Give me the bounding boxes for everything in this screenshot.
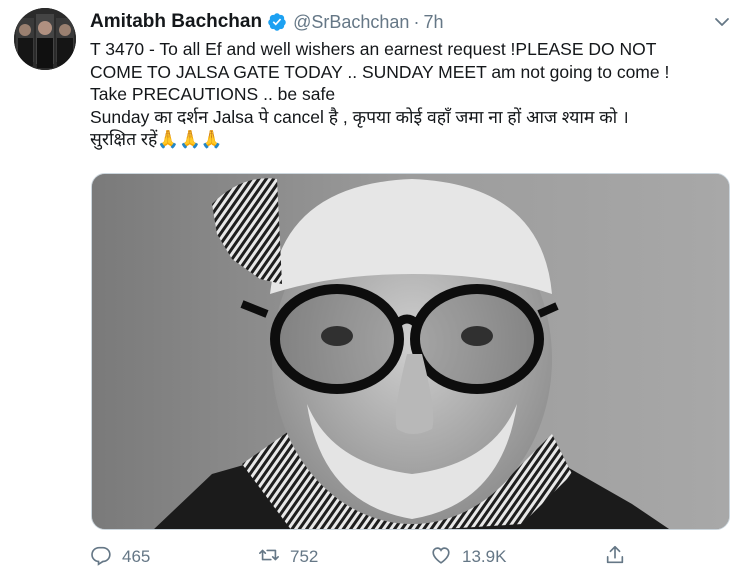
tweet-photo[interactable] — [91, 173, 730, 530]
reply-icon — [90, 544, 112, 571]
chevron-down-icon[interactable] — [712, 12, 732, 32]
like-button[interactable]: 13.9K — [430, 543, 506, 571]
tweet-header: Amitabh Bachchan @SrBachchan · 7h — [90, 10, 443, 34]
retweet-button[interactable]: 752 — [258, 543, 318, 571]
tweet-text-line: T 3470 - To all Ef and well wishers an e… — [90, 39, 657, 59]
retweet-count: 752 — [290, 547, 319, 566]
retweet-icon — [258, 544, 280, 571]
avatar[interactable] — [14, 8, 76, 70]
tweet-text-line: सुरक्षित रहें🙏🙏🙏 — [90, 129, 223, 149]
tweet-timestamp[interactable]: 7h — [423, 12, 443, 33]
separator-dot: · — [413, 11, 420, 32]
user-handle[interactable]: @SrBachchan — [293, 12, 409, 33]
tweet-card: Amitabh Bachchan @SrBachchan · 7h T 3470… — [0, 0, 750, 580]
tweet-actions: 465 752 13.9K — [90, 543, 650, 571]
display-name[interactable]: Amitabh Bachchan — [90, 11, 262, 33]
share-button[interactable] — [604, 543, 626, 571]
share-icon — [604, 544, 626, 571]
reply-button[interactable]: 465 — [90, 543, 150, 571]
reply-count: 465 — [122, 547, 151, 566]
heart-icon — [430, 544, 452, 571]
tweet-text: T 3470 - To all Ef and well wishers an e… — [90, 38, 730, 151]
like-count: 13.9K — [462, 547, 507, 566]
verified-badge-icon — [267, 12, 287, 32]
tweet-text-line: Sunday का दर्शन Jalsa पे cancel है , कृप… — [90, 106, 629, 127]
tweet-text-line: Take PRECAUTIONS .. be safe — [90, 84, 336, 104]
tweet-text-line: COME TO JALSA GATE TODAY .. SUNDAY MEET … — [90, 61, 670, 82]
